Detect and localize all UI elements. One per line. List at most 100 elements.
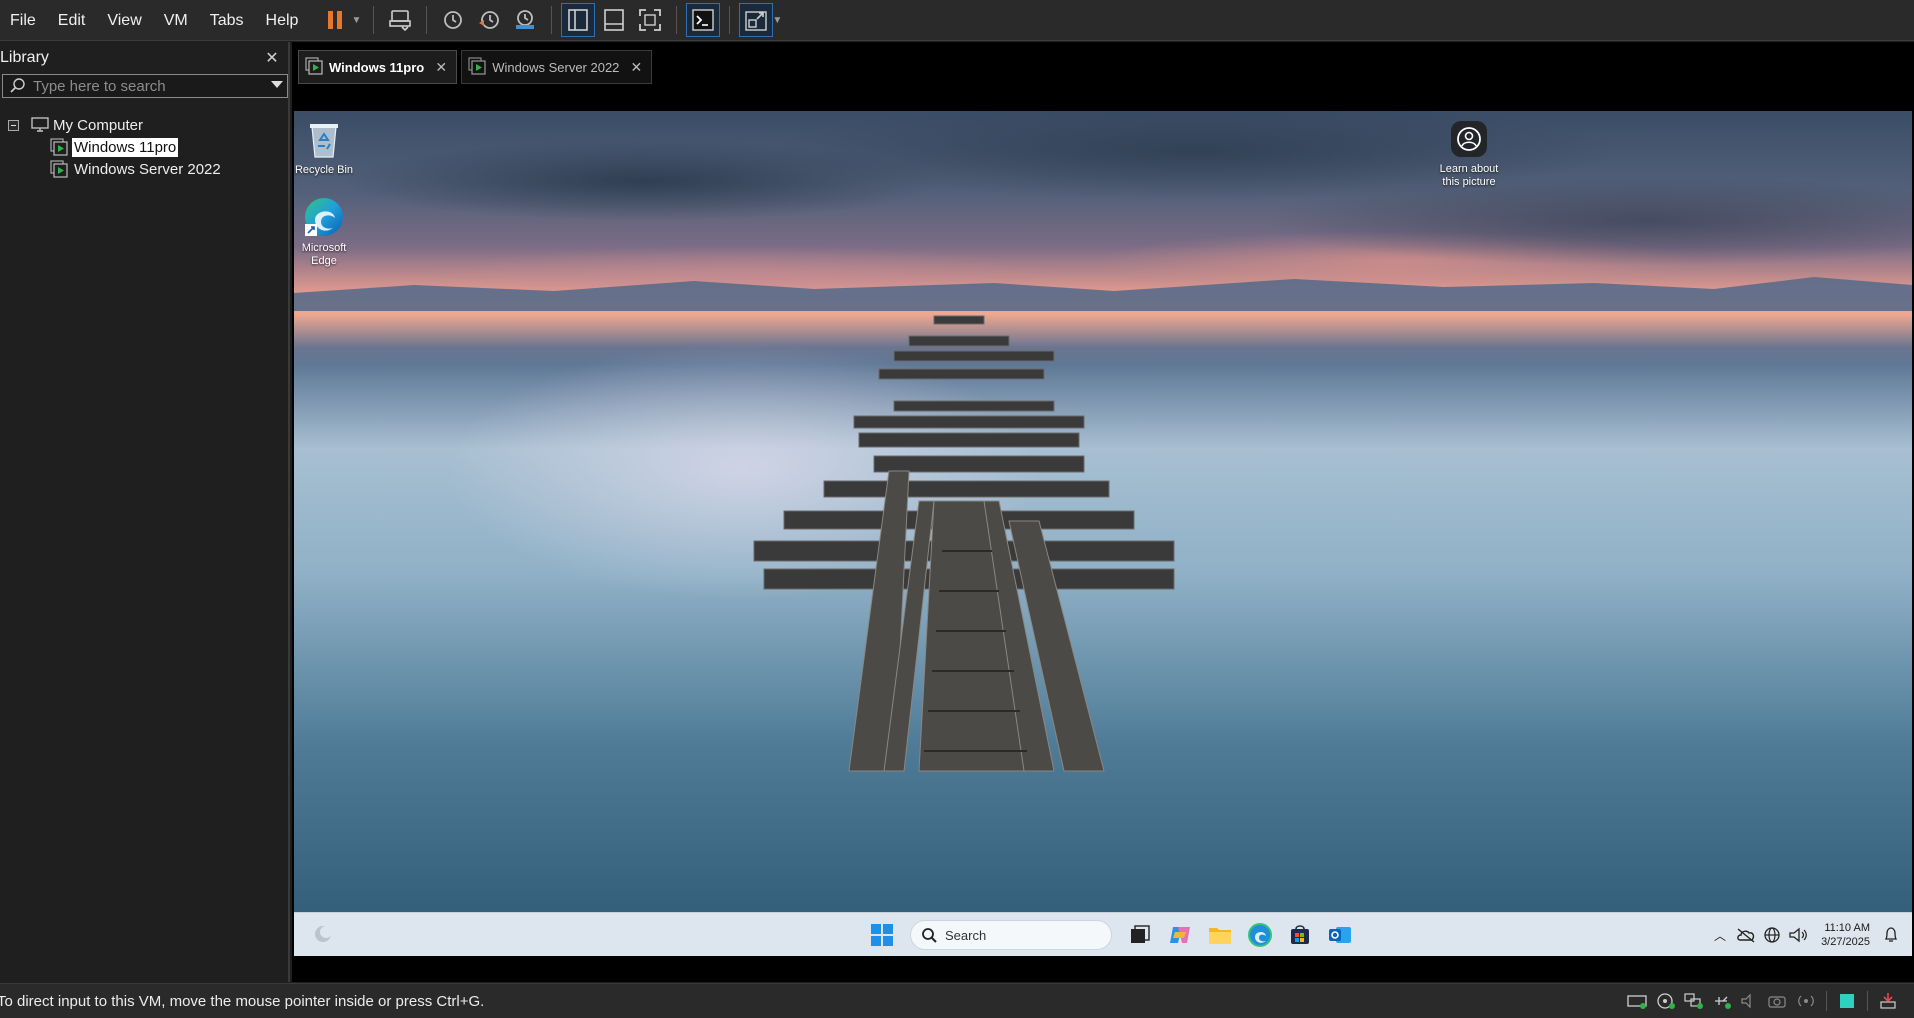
guest-desktop[interactable]: Recycle Bin Microsoft Edge Learn about t…: [294, 111, 1912, 956]
input-grab-icon[interactable]: [1876, 990, 1900, 1012]
toolbar-separator: [676, 6, 678, 34]
store-icon: [1291, 925, 1309, 944]
tab-label: Windows 11pro: [329, 59, 425, 75]
menu-edit[interactable]: Edit: [47, 0, 97, 41]
menu-file[interactable]: File: [8, 0, 47, 41]
folder-icon: [1209, 928, 1231, 944]
library-tree: My Computer Windows 11pro Windows Server…: [0, 114, 288, 180]
outlook-button[interactable]: [1323, 918, 1357, 952]
menu-view[interactable]: View: [96, 0, 152, 41]
search-icon: [922, 928, 937, 943]
weather-widget-icon[interactable]: [312, 923, 334, 950]
pause-dropdown-icon[interactable]: ▼: [351, 15, 361, 26]
thumbnail-bar-icon: [604, 9, 625, 31]
status-separator: [1826, 991, 1827, 1011]
stretch-dropdown-icon[interactable]: ▼: [772, 15, 782, 26]
snapshot-manager-icon: [516, 10, 535, 29]
collapse-icon[interactable]: [8, 119, 19, 131]
tab-windows-server-2022[interactable]: Windows Server 2022 ✕: [461, 50, 653, 84]
tab-windows-11pro[interactable]: Windows 11pro ✕: [298, 50, 458, 84]
snapshot-manager-button[interactable]: [508, 3, 542, 37]
vm-console-area: Windows 11pro ✕ Windows Server 2022 ✕ Re…: [292, 42, 1914, 982]
menu-tabs[interactable]: Tabs: [199, 0, 255, 41]
file-explorer-button[interactable]: [1203, 918, 1237, 952]
show-library-icon: [568, 9, 589, 31]
hard-disk-device-icon[interactable]: [1626, 990, 1650, 1012]
toolbar-separator: [729, 6, 731, 34]
tree-item-my-computer[interactable]: My Computer: [0, 114, 288, 136]
tree-item-windows-server-2022[interactable]: Windows Server 2022: [0, 158, 288, 180]
tree-item-windows-11pro[interactable]: Windows 11pro: [0, 136, 288, 158]
status-bar: To direct input to this VM, move the mou…: [0, 983, 1914, 1018]
snapshot-icon: [444, 11, 463, 29]
library-search-input[interactable]: [33, 77, 253, 95]
vm-running-icon: [50, 160, 68, 178]
show-library-button[interactable]: [561, 3, 596, 37]
stretch-guest-button[interactable]: [739, 3, 774, 37]
desktop-icon-label: Microsoft: [301, 242, 347, 254]
learn-about-picture[interactable]: Learn about this picture: [1424, 121, 1514, 189]
taskbar-search-label: Search: [945, 927, 987, 943]
toolbar-separator: [426, 6, 428, 34]
vm-tab-icon: [468, 56, 486, 78]
cd-dvd-device-icon[interactable]: [1654, 990, 1678, 1012]
library-search[interactable]: [2, 74, 288, 98]
status-message: To direct input to this VM, move the mou…: [0, 992, 485, 1010]
console-view-button[interactable]: [686, 3, 721, 37]
wireless-device-icon[interactable]: [1794, 990, 1818, 1012]
desktop-icon-microsoft-edge[interactable]: Microsoft Edge: [294, 195, 359, 268]
vm-tab-bar: Windows 11pro ✕ Windows Server 2022 ✕: [292, 42, 1914, 88]
take-snapshot-button[interactable]: [436, 3, 470, 37]
windows-start-icon: [871, 924, 893, 946]
taskbar-search-box[interactable]: Search: [910, 920, 1112, 950]
volume-tray-button[interactable]: [1786, 923, 1810, 947]
taskbar-clock[interactable]: 11:10 AM 3/27/2025: [1821, 921, 1870, 949]
task-view-button[interactable]: [1123, 918, 1157, 952]
send-ctrl-alt-del-button[interactable]: [383, 3, 417, 37]
tab-label: Windows Server 2022: [492, 59, 620, 75]
network-adapter-device-icon[interactable]: [1682, 990, 1706, 1012]
full-screen-button[interactable]: [633, 3, 667, 37]
desktop-icon-recycle-bin[interactable]: Recycle Bin: [294, 117, 359, 177]
sound-card-device-icon[interactable]: [1738, 990, 1762, 1012]
camera-device-icon[interactable]: [1766, 990, 1790, 1012]
library-close-icon[interactable]: ✕: [264, 48, 280, 68]
revert-snapshot-button[interactable]: [472, 3, 506, 37]
menu-vm[interactable]: VM: [153, 0, 199, 41]
camera-info-icon: [1451, 121, 1487, 157]
device-status-icons: [1624, 990, 1902, 1012]
search-dropdown-icon[interactable]: [271, 81, 283, 88]
status-separator: [1867, 991, 1868, 1011]
outlook-icon: [1329, 927, 1351, 943]
copilot-button[interactable]: [1163, 918, 1197, 952]
taskbar-center: Search: [862, 918, 1360, 952]
notifications-button[interactable]: [1879, 923, 1903, 947]
thumbnail-bar-button[interactable]: [597, 3, 631, 37]
taskbar-date: 3/27/2025: [1821, 936, 1870, 948]
show-hidden-icons-button[interactable]: ︿: [1708, 923, 1732, 947]
message-log-icon[interactable]: [1835, 990, 1859, 1012]
cloud-off-icon: [1737, 928, 1755, 943]
edge-taskbar-button[interactable]: [1243, 918, 1277, 952]
menu-help[interactable]: Help: [255, 0, 310, 41]
onedrive-tray-button[interactable]: [1734, 923, 1758, 947]
tree-item-label: Windows 11pro: [72, 137, 179, 157]
bell-icon: [1884, 927, 1898, 942]
usb-device-icon[interactable]: [1710, 990, 1734, 1012]
store-button[interactable]: [1283, 918, 1317, 952]
globe-icon: [1764, 927, 1780, 943]
vm-tab-icon: [305, 56, 323, 78]
library-panel: Library ✕ My Computer Windows 11pro Wi: [0, 42, 290, 982]
learn-label: this picture: [1442, 176, 1496, 188]
close-icon[interactable]: ✕: [434, 59, 448, 76]
library-title: Library: [0, 49, 49, 66]
network-tray-button[interactable]: [1760, 923, 1784, 947]
send-ctrl-alt-del-icon: [389, 10, 412, 32]
start-button[interactable]: [865, 918, 899, 952]
stretch-guest-icon: [745, 11, 768, 31]
tree-item-label: My Computer: [53, 116, 144, 134]
close-icon[interactable]: ✕: [629, 59, 643, 76]
tree-item-label: Windows Server 2022: [74, 160, 221, 178]
pause-button[interactable]: [318, 3, 352, 37]
computer-icon: [31, 117, 49, 133]
